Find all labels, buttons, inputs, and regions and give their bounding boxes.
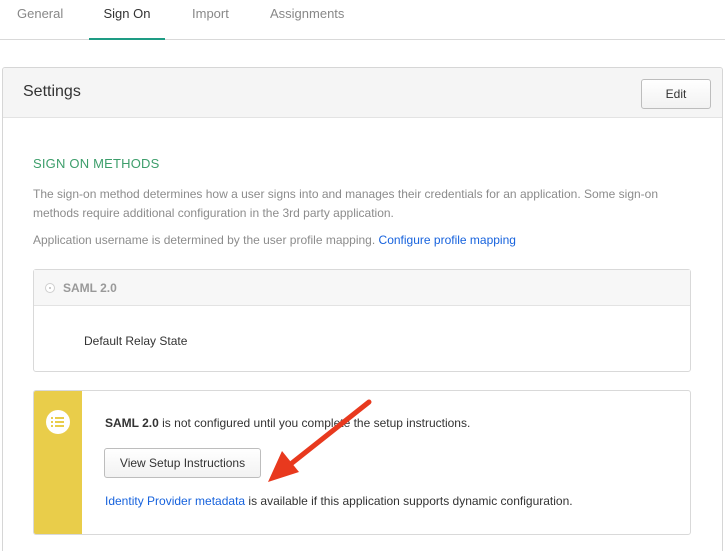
tab-sign-on[interactable]: Sign On [89, 0, 165, 40]
notice-strong: SAML 2.0 [105, 416, 159, 430]
metadata-body: is available if this application support… [248, 494, 573, 508]
notice-bar [34, 391, 82, 534]
default-relay-state-label: Default Relay State [84, 334, 188, 348]
saml-method-box: SAML 2.0 Default Relay State [33, 269, 691, 372]
metadata-message: Identity Provider metadata is available … [105, 494, 573, 508]
saml-setup-notice: SAML 2.0 is not configured until you com… [33, 390, 691, 535]
radio-icon[interactable] [45, 283, 55, 293]
tab-bar: General Sign On Import Assignments [0, 0, 725, 40]
sign-on-description: The sign-on method determines how a user… [33, 187, 659, 220]
saml-option-label: SAML 2.0 [63, 281, 117, 295]
sign-on-methods-title: SIGN ON METHODS [33, 156, 160, 171]
tab-general[interactable]: General [2, 0, 78, 40]
settings-header: Settings Edit [3, 68, 722, 118]
saml-option-header: SAML 2.0 [34, 270, 690, 306]
profile-mapping-label: Application username is determined by th… [33, 233, 376, 247]
tab-assignments[interactable]: Assignments [255, 0, 359, 40]
profile-mapping-text: Application username is determined by th… [33, 233, 516, 247]
notice-message: SAML 2.0 is not configured until you com… [105, 416, 470, 430]
identity-provider-metadata-link[interactable]: Identity Provider metadata [105, 494, 245, 508]
list-icon [46, 410, 70, 434]
edit-button[interactable]: Edit [641, 79, 711, 109]
configure-profile-mapping-link[interactable]: Configure profile mapping [379, 233, 516, 247]
view-setup-instructions-button[interactable]: View Setup Instructions [104, 448, 261, 478]
settings-title: Settings [23, 83, 81, 100]
notice-body: is not configured until you complete the… [162, 416, 471, 430]
settings-panel: Settings Edit SIGN ON METHODS The sign-o… [2, 67, 723, 551]
tab-import[interactable]: Import [177, 0, 244, 40]
